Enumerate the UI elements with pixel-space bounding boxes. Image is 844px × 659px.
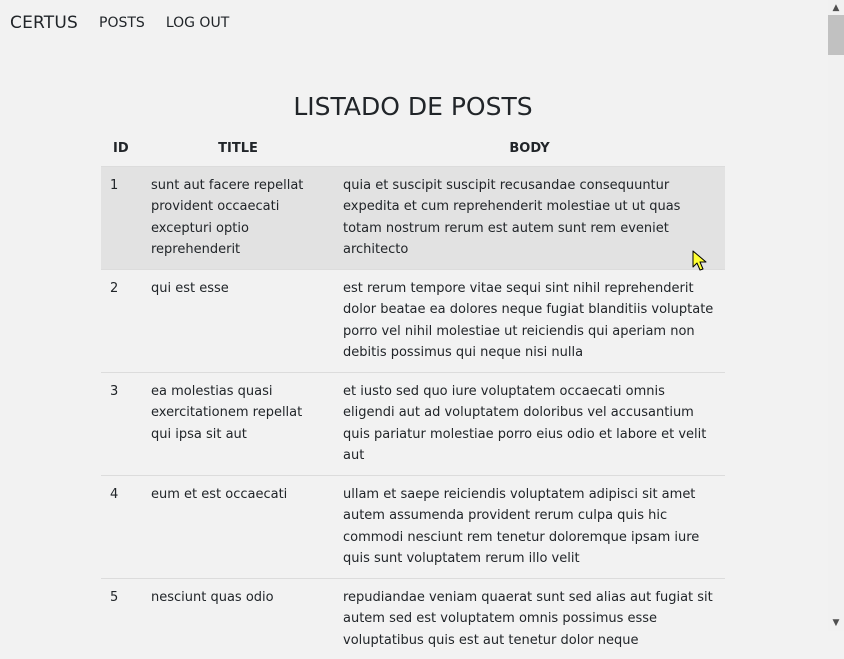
cell-id: 2 [101,268,142,372]
cell-title: sunt aut facere repellat provident occae… [142,165,334,269]
cell-body: repudiandae veniam quaerat sunt sed alia… [334,577,725,659]
posts-table: ID TITLE BODY 1 sunt aut facere repellat… [101,131,725,659]
column-header-title: TITLE [218,141,258,156]
page-title: LISTADO DE POSTS [293,92,533,121]
vertical-scrollbar[interactable]: ▲ ▼ [828,0,844,631]
cell-title: nesciunt quas odio [142,577,334,659]
table-row[interactable]: 1 sunt aut facere repellat provident occ… [101,165,725,269]
cell-body: ullam et saepe reiciendis voluptatem adi… [334,474,725,578]
cell-body: quia et suscipit suscipit recusandae con… [334,165,725,269]
cell-id: 4 [101,474,142,578]
cell-id: 1 [101,165,142,269]
top-navbar: CERTUS POSTS LOG OUT [0,0,828,46]
table-row[interactable]: 5 nesciunt quas odio repudiandae veniam … [101,577,725,659]
cell-title: qui est esse [142,268,334,372]
mouse-pointer-icon [692,250,707,271]
cell-title: eum et est occaecati [142,474,334,578]
table-row[interactable]: 4 eum et est occaecati ullam et saepe re… [101,474,725,578]
table-row[interactable]: 2 qui est esse est rerum tempore vitae s… [101,268,725,372]
column-header-id: ID [113,141,129,156]
cell-id: 3 [101,371,142,475]
cell-body: et iusto sed quo iure voluptatem occaeca… [334,371,725,475]
chevron-up-icon[interactable]: ▲ [828,0,844,16]
cell-title: ea molestias quasi exercitationem repell… [142,371,334,475]
brand-logo-text[interactable]: CERTUS [10,13,78,33]
column-header-body: BODY [509,141,550,156]
cell-body: est rerum tempore vitae sequi sint nihil… [334,268,725,372]
nav-link-logout[interactable]: LOG OUT [166,15,229,31]
table-header-row: ID TITLE BODY [101,131,725,166]
nav-link-posts[interactable]: POSTS [99,15,145,31]
table-row[interactable]: 3 ea molestias quasi exercitationem repe… [101,371,725,475]
chevron-down-icon[interactable]: ▼ [828,615,844,631]
cell-id: 5 [101,577,142,659]
scrollbar-thumb[interactable] [828,15,844,55]
